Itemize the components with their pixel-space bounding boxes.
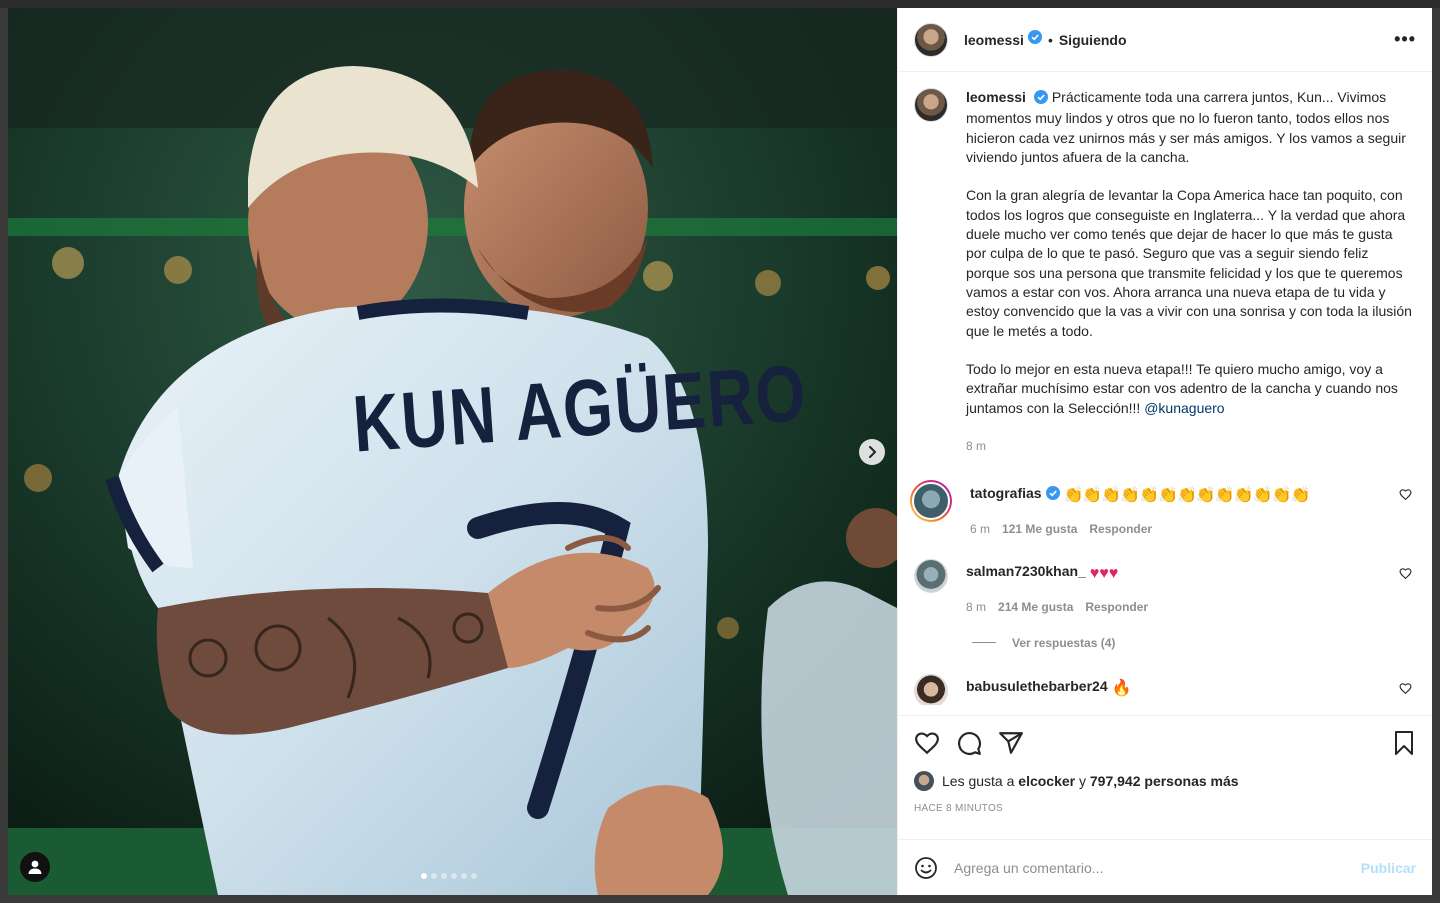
more-options-icon[interactable]: •••	[1394, 29, 1416, 50]
post-modal: KUN AGÜERO leomessi • Siguiendo ••• leom…	[8, 8, 1432, 895]
comment-item: babusulethebarber24 🔥	[914, 673, 1416, 708]
author-avatar[interactable]	[914, 22, 948, 57]
carousel-indicator	[421, 873, 477, 879]
carousel-dot	[471, 873, 477, 879]
carousel-dot	[441, 873, 447, 879]
caption-body: leomessi Prácticamente toda una carrera …	[966, 88, 1412, 457]
reply-button[interactable]: Responder	[1089, 520, 1152, 538]
caption-paragraph: Con la gran alegría de levantar la Copa …	[966, 187, 1412, 339]
commenter-username[interactable]: babusulethebarber24	[966, 678, 1108, 694]
like-comment-heart-icon[interactable]	[1399, 488, 1412, 506]
likes-count-link[interactable]: 797,942 personas más	[1090, 773, 1239, 789]
comment-input[interactable]	[954, 859, 1345, 876]
following-button[interactable]: Siguiendo	[1059, 32, 1127, 48]
view-replies-label: Ver respuestas (4)	[1012, 635, 1116, 650]
like-comment-heart-icon[interactable]	[1399, 682, 1412, 700]
author-username[interactable]: leomessi	[964, 32, 1024, 48]
reply-button[interactable]: Responder	[1085, 598, 1148, 616]
comment-bubble-icon[interactable]	[956, 730, 982, 756]
mention-link[interactable]: @kunaguero	[1144, 400, 1224, 416]
like-heart-icon[interactable]	[914, 730, 940, 756]
emoji-smiley-icon[interactable]	[914, 856, 938, 880]
view-replies-button[interactable]: Ver respuestas (4)	[972, 636, 1416, 650]
verified-badge-icon	[1027, 30, 1042, 49]
carousel-dot	[451, 873, 457, 879]
comment-likes[interactable]: 214 Me gusta	[998, 598, 1073, 616]
page-backdrop	[0, 0, 1440, 8]
post-actions: Les gusta a elcocker y 797,942 personas …	[898, 715, 1432, 839]
tagged-users-button[interactable]	[20, 852, 50, 882]
commenter-avatar[interactable]	[910, 479, 952, 522]
commenter-username[interactable]: tatografias	[970, 485, 1042, 501]
comment-text: 🔥	[1111, 679, 1132, 697]
add-comment-bar: Publicar	[898, 839, 1432, 895]
post-caption: leomessi Prácticamente toda una carrera …	[914, 88, 1416, 457]
likes-summary: Les gusta a elcocker y 797,942 personas …	[914, 771, 1416, 791]
likes-prefix: Les gusta a	[942, 773, 1015, 789]
comment-text: ♥♥♥	[1089, 564, 1119, 582]
caption-username[interactable]: leomessi	[966, 89, 1026, 105]
carousel-dot	[421, 873, 427, 879]
publish-button[interactable]: Publicar	[1361, 860, 1416, 876]
liker-avatar[interactable]	[914, 771, 934, 791]
comment-time: 8 m	[966, 599, 987, 614]
next-photo-button[interactable]	[859, 439, 885, 465]
verified-badge-icon	[1033, 90, 1048, 109]
commenter-avatar[interactable]	[914, 673, 948, 708]
comment-item: salman7230khan_ ♥♥♥ 8 m 214 Me gusta Res…	[914, 558, 1416, 616]
post-media: KUN AGÜERO	[8, 8, 897, 895]
scroll-fade	[898, 705, 1432, 715]
caption-time: 8 m	[966, 439, 987, 454]
comment-text: 👏👏👏👏👏👏👏👏👏👏👏👏👏	[1063, 486, 1310, 504]
share-paper-plane-icon[interactable]	[998, 730, 1024, 756]
caption-author-avatar[interactable]	[914, 88, 948, 122]
verified-badge-icon	[1045, 485, 1060, 504]
post-timestamp: HACE 8 MINUTOS	[914, 803, 1004, 814]
commenter-username[interactable]: salman7230khan_	[966, 563, 1086, 579]
carousel-dot	[461, 873, 467, 879]
comments-section[interactable]: leomessi Prácticamente toda una carrera …	[898, 72, 1432, 715]
header-separator: •	[1047, 31, 1053, 48]
comment-time: 6 m	[970, 521, 991, 536]
comment-item: tatografias 👏👏👏👏👏👏👏👏👏👏👏👏👏 6 m 121 Me gus…	[910, 479, 1416, 538]
replies-divider-line	[972, 642, 996, 644]
carousel-dot	[431, 873, 437, 879]
comment-likes[interactable]: 121 Me gusta	[1002, 520, 1077, 538]
likes-connector: y	[1079, 773, 1086, 789]
post-header: leomessi • Siguiendo •••	[898, 8, 1432, 72]
liker-username[interactable]: elcocker	[1018, 773, 1075, 789]
bookmark-icon[interactable]	[1392, 730, 1416, 756]
like-comment-heart-icon[interactable]	[1399, 567, 1412, 585]
post-details-panel: leomessi • Siguiendo ••• leomessi Prácti…	[897, 8, 1432, 895]
user-icon	[28, 860, 42, 874]
commenter-avatar[interactable]	[914, 558, 948, 593]
caption-paragraph: Prácticamente toda una carrera juntos, K…	[966, 89, 1406, 165]
chevron-right-icon	[869, 446, 876, 458]
